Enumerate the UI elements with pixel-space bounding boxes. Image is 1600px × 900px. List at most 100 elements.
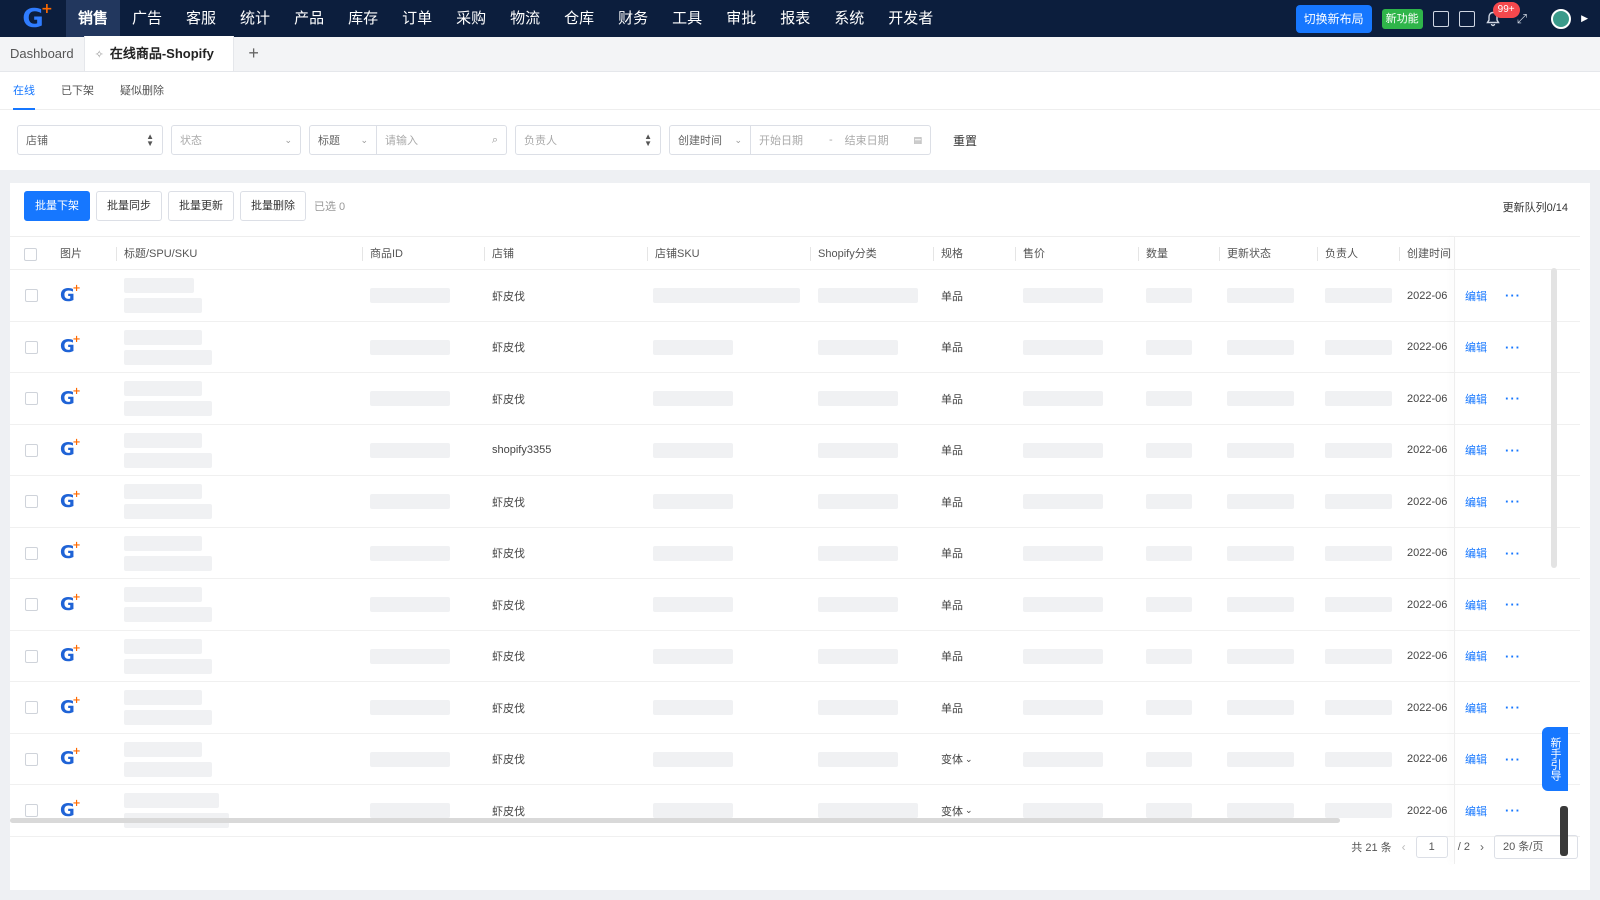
product-image[interactable]: G + — [60, 476, 81, 527]
menu-item-13[interactable]: 报表 — [768, 0, 822, 37]
row-checkbox[interactable] — [25, 425, 38, 476]
more-actions-icon[interactable]: ··· — [1505, 785, 1521, 836]
spec-value[interactable]: 变体 ⌄ — [941, 785, 973, 836]
table-row[interactable]: G + 虾皮伐 单品 2022-06 编辑 ··· — [10, 476, 1580, 528]
calendar-icon[interactable] — [1458, 10, 1475, 27]
column-header-1[interactable]: 标题/SPU/SKU — [115, 237, 197, 271]
table-row[interactable]: G + 虾皮伐 单品 2022-06 编辑 ··· — [10, 528, 1580, 579]
edit-link[interactable]: 编辑 — [1465, 579, 1487, 630]
owner-select[interactable]: 负责人 ▲ ▼ — [515, 125, 661, 155]
menu-item-15[interactable]: 开发者 — [876, 0, 945, 37]
prev-page-icon[interactable]: ‹ — [1402, 840, 1406, 854]
product-image[interactable]: G + — [60, 373, 81, 424]
row-checkbox[interactable] — [25, 631, 38, 682]
download-icon[interactable] — [1432, 10, 1449, 27]
more-actions-icon[interactable]: ··· — [1505, 373, 1521, 424]
chevron-right-icon[interactable]: ▶ — [1581, 13, 1588, 24]
column-header-2[interactable]: 商品ID — [362, 237, 403, 271]
product-image[interactable]: G + — [60, 528, 81, 579]
table-row[interactable]: G + 虾皮伐 变体 ⌄ 2022-06 编辑 ··· — [10, 734, 1580, 785]
product-image[interactable]: G + — [60, 322, 81, 373]
menu-item-14[interactable]: 系统 — [822, 0, 876, 37]
time-type-select[interactable]: 创建时间 ⌄ — [669, 125, 751, 155]
edit-link[interactable]: 编辑 — [1465, 528, 1487, 579]
menu-item-8[interactable]: 物流 — [498, 0, 552, 37]
edit-link[interactable]: 编辑 — [1465, 270, 1487, 321]
menu-item-1[interactable]: 广告 — [120, 0, 174, 37]
status-tab-1[interactable]: 已下架 — [61, 72, 94, 110]
row-checkbox[interactable] — [25, 734, 38, 785]
product-image[interactable]: G + — [60, 682, 81, 733]
search-input[interactable]: 请输入 ⌕ — [377, 125, 507, 155]
column-header-6[interactable]: 规格 — [933, 237, 963, 271]
table-row[interactable]: G + 虾皮伐 单品 2022-06 编辑 ··· — [10, 322, 1580, 373]
row-checkbox[interactable] — [25, 270, 38, 321]
product-image[interactable]: G + — [60, 579, 81, 630]
column-header-7[interactable]: 售价 — [1015, 237, 1045, 271]
product-image[interactable]: G + — [60, 425, 81, 476]
notification-bell[interactable]: 99+ — [1485, 1, 1520, 27]
row-checkbox[interactable] — [25, 682, 38, 733]
page-number-input[interactable]: 1 — [1415, 836, 1448, 858]
more-actions-icon[interactable]: ··· — [1505, 682, 1521, 733]
switch-layout-button[interactable]: 切换新布局 — [1295, 4, 1372, 33]
more-actions-icon[interactable]: ··· — [1505, 322, 1521, 373]
edit-link[interactable]: 编辑 — [1465, 682, 1487, 733]
horizontal-scrollbar[interactable] — [10, 818, 1340, 823]
more-actions-icon[interactable]: ··· — [1505, 631, 1521, 682]
title-field-select[interactable]: 标题 ⌄ — [309, 125, 377, 155]
next-page-icon[interactable]: › — [1480, 840, 1484, 854]
edit-link[interactable]: 编辑 — [1465, 373, 1487, 424]
row-checkbox[interactable] — [25, 322, 38, 373]
menu-item-10[interactable]: 财务 — [606, 0, 660, 37]
status-select[interactable]: 状态 ⌄ — [171, 125, 301, 155]
new-feature-button[interactable]: 新功能 — [1381, 8, 1423, 29]
end-date-input[interactable]: 结束日期 — [845, 132, 889, 148]
more-actions-icon[interactable]: ··· — [1505, 270, 1521, 321]
avatar[interactable] — [1551, 8, 1572, 29]
edit-link[interactable]: 编辑 — [1465, 322, 1487, 373]
more-actions-icon[interactable]: ··· — [1505, 476, 1521, 527]
row-checkbox[interactable] — [25, 528, 38, 579]
menu-item-3[interactable]: 统计 — [228, 0, 282, 37]
more-actions-icon[interactable]: ··· — [1505, 425, 1521, 476]
spec-value[interactable]: 变体 ⌄ — [941, 734, 973, 785]
calendar-icon[interactable]: ▤ — [913, 135, 922, 146]
status-tab-2[interactable]: 疑似删除 — [120, 72, 164, 110]
menu-item-9[interactable]: 仓库 — [552, 0, 606, 37]
menu-item-6[interactable]: 订单 — [390, 0, 444, 37]
more-actions-icon[interactable]: ··· — [1505, 734, 1521, 785]
table-row[interactable]: G + 虾皮伐 单品 2022-06 编辑 ··· — [10, 579, 1580, 631]
batch-offline-button[interactable]: 批量下架 — [24, 191, 90, 221]
beginner-guide-button[interactable]: 新手引导 — [1542, 727, 1568, 791]
column-header-11[interactable]: 创建时间 — [1399, 237, 1451, 271]
table-row[interactable]: G + 虾皮伐 单品 2022-06 编辑 ··· — [10, 270, 1580, 322]
pin-icon[interactable]: ✧ — [95, 49, 104, 61]
vertical-scrollbar[interactable] — [1551, 268, 1557, 568]
table-row[interactable]: G + 虾皮伐 单品 2022-06 编辑 ··· — [10, 682, 1580, 734]
menu-item-7[interactable]: 采购 — [444, 0, 498, 37]
column-header-3[interactable]: 店铺 — [484, 237, 514, 271]
column-header-10[interactable]: 负责人 — [1317, 237, 1358, 271]
menu-item-11[interactable]: 工具 — [660, 0, 714, 37]
product-image[interactable]: G + — [60, 270, 81, 321]
batch-sync-button[interactable]: 批量同步 — [96, 191, 162, 221]
edit-link[interactable]: 编辑 — [1465, 476, 1487, 527]
more-actions-icon[interactable]: ··· — [1505, 579, 1521, 630]
more-actions-icon[interactable]: ··· — [1505, 528, 1521, 579]
tab-online-products[interactable]: ✧ 在线商品-Shopify — [83, 36, 234, 71]
table-row[interactable]: G + 虾皮伐 单品 2022-06 编辑 ··· — [10, 373, 1580, 425]
row-checkbox[interactable] — [25, 476, 38, 527]
tab-dashboard[interactable]: Dashboard — [0, 36, 84, 71]
app-logo[interactable]: G + — [0, 0, 66, 37]
row-checkbox[interactable] — [25, 785, 38, 836]
update-queue-status[interactable]: 更新队列0/14 — [1503, 199, 1568, 215]
table-row[interactable]: G + 虾皮伐 变体 ⌄ 2022-06 编辑 ··· — [10, 785, 1580, 837]
batch-update-button[interactable]: 批量更新 — [168, 191, 234, 221]
product-image[interactable]: G + — [60, 734, 81, 785]
row-checkbox[interactable] — [25, 373, 38, 424]
product-image[interactable]: G + — [60, 631, 81, 682]
edit-link[interactable]: 编辑 — [1465, 785, 1487, 836]
row-checkbox[interactable] — [25, 579, 38, 630]
batch-delete-button[interactable]: 批量删除 — [240, 191, 306, 221]
